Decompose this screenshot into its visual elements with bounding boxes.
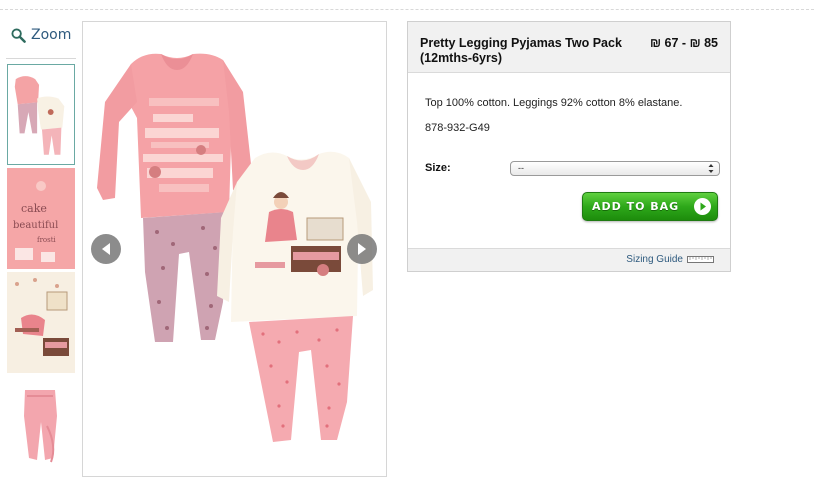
thumbnail-graphic-image (7, 272, 75, 373)
product-title: Pretty Legging Pyjamas Two Pack (12mths-… (420, 36, 622, 65)
sizing-guide-label: Sizing Guide (626, 254, 683, 265)
next-image-button[interactable] (347, 234, 377, 264)
product-footer: Sizing Guide (408, 248, 730, 271)
size-label: Size: (425, 162, 451, 174)
thumbnail-leggings-image (7, 376, 75, 477)
size-selected-value: -- (518, 163, 524, 173)
main-product-image[interactable] (82, 21, 387, 477)
arrow-circle-icon (694, 198, 711, 215)
thumbnail-separator (7, 164, 75, 165)
thumbnail-divider (6, 58, 76, 59)
thumbnail-outfit-set[interactable] (7, 64, 75, 165)
product-photo (83, 22, 386, 476)
sizing-guide-link[interactable]: Sizing Guide (626, 254, 714, 265)
zoom-link[interactable]: Zoom (11, 25, 71, 45)
product-description: Top 100% cotton. Leggings 92% cotton 8% … (425, 97, 683, 109)
thumbnail-print-detail[interactable]: cake beautiful frosti (7, 168, 75, 269)
thumbnail-outfit-image (8, 65, 74, 164)
svg-text:cake: cake (21, 202, 47, 215)
thumbnail-print-image: cake beautiful frosti (7, 168, 75, 269)
product-header: Pretty Legging Pyjamas Two Pack (12mths-… (408, 22, 730, 73)
thumbnail-leggings-detail[interactable] (7, 376, 75, 477)
ruler-icon (687, 256, 714, 263)
top-divider (0, 9, 814, 10)
product-code: 878-932-G49 (425, 122, 490, 134)
arrow-left-icon (102, 243, 110, 255)
svg-text:beautiful: beautiful (13, 220, 58, 231)
product-page: Zoom cake beautiful frosti Pretty Leggin… (0, 0, 814, 492)
magnifier-icon (11, 27, 26, 43)
product-price: ₪ 67 - ₪ 85 (650, 36, 718, 50)
zoom-label: Zoom (31, 27, 72, 43)
add-to-bag-label: ADD TO BAG (592, 200, 680, 213)
size-select[interactable]: -- (510, 161, 720, 176)
select-arrows-icon (708, 164, 714, 173)
add-to-bag-button[interactable]: ADD TO BAG (582, 192, 718, 221)
arrow-right-icon (358, 243, 366, 255)
product-panel: Pretty Legging Pyjamas Two Pack (12mths-… (407, 21, 731, 272)
thumbnail-graphic-detail[interactable] (7, 272, 75, 373)
svg-text:frosti: frosti (37, 236, 57, 244)
previous-image-button[interactable] (91, 234, 121, 264)
